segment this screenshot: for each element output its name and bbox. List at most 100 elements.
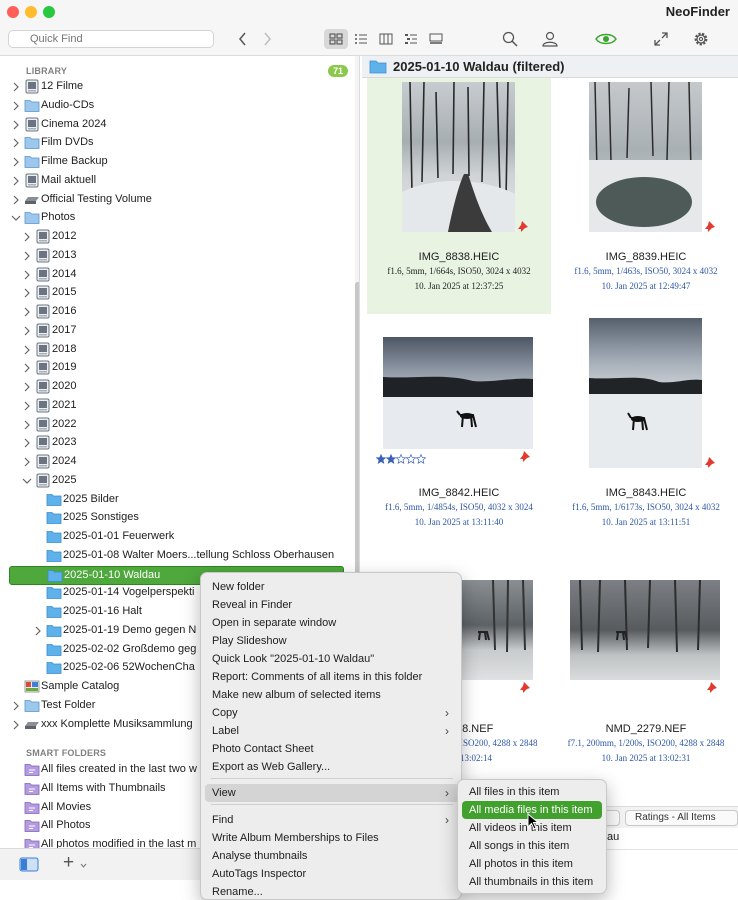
context-menu-item[interactable]: Reveal in Finder bbox=[205, 596, 459, 614]
context-menu-item[interactable]: Quick Look "2025-01-10 Waldau" bbox=[205, 650, 459, 668]
context-menu-item[interactable]: Open in separate window bbox=[205, 614, 459, 632]
sidebar-item[interactable]: 12 Filme bbox=[0, 78, 356, 97]
chevron-right-icon[interactable] bbox=[22, 270, 32, 280]
zoom-window-button[interactable] bbox=[43, 6, 55, 18]
chevron-right-icon[interactable] bbox=[22, 457, 32, 467]
view-submenu-item[interactable]: All photos in this item bbox=[462, 855, 602, 873]
sidebar-item[interactable]: 2025 bbox=[0, 472, 356, 491]
context-menu-item[interactable]: View › bbox=[205, 784, 459, 802]
context-menu-item[interactable]: Play Slideshow bbox=[205, 632, 459, 650]
chevron-right-icon[interactable] bbox=[11, 157, 21, 167]
sidebar-item[interactable]: 2025 Sonstiges bbox=[0, 509, 356, 528]
photo-cell[interactable]: IMG_8843.HEIC f1.6, 5mm, 1/6173s, ISO50,… bbox=[554, 314, 738, 550]
outline-view-button[interactable] bbox=[399, 29, 423, 49]
context-menu-item[interactable]: AutoTags Inspector bbox=[205, 865, 459, 883]
star-rating[interactable] bbox=[376, 454, 436, 466]
sidebar-item[interactable]: 2022 bbox=[0, 416, 356, 435]
sidebar-item[interactable]: 2015 bbox=[0, 284, 356, 303]
view-submenu-item[interactable]: All songs in this item bbox=[462, 837, 602, 855]
gear-icon[interactable] bbox=[693, 31, 709, 47]
view-submenu-item[interactable]: All thumbnails in this item bbox=[462, 873, 602, 891]
photo-thumbnail[interactable] bbox=[383, 337, 533, 449]
photo-cell[interactable]: IMG_8842.HEIC f1.6, 5mm, 1/4854s, ISO50,… bbox=[367, 314, 551, 550]
preview-eye-icon[interactable] bbox=[595, 32, 617, 46]
context-menu-item[interactable]: Rename... bbox=[205, 883, 459, 899]
people-icon[interactable] bbox=[541, 31, 559, 47]
chevron-right-icon[interactable] bbox=[11, 720, 21, 730]
photo-cell[interactable]: IMG_8838.HEIC f1.6, 5mm, 1/664s, ISO50, … bbox=[367, 78, 551, 314]
list-view-button[interactable] bbox=[349, 29, 373, 49]
sidebar-item[interactable]: 2016 bbox=[0, 303, 356, 322]
context-menu-item[interactable]: Export as Web Gallery... bbox=[205, 758, 459, 776]
sidebar-item[interactable]: 2021 bbox=[0, 397, 356, 416]
chevron-right-icon[interactable] bbox=[22, 363, 32, 373]
chevron-right-icon[interactable] bbox=[22, 232, 32, 242]
add-button[interactable]: + bbox=[63, 852, 74, 874]
context-menu-item[interactable]: Copy › bbox=[205, 704, 459, 722]
chevron-right-icon[interactable] bbox=[22, 307, 32, 317]
gallery-view-button[interactable] bbox=[424, 29, 448, 49]
star-filled-icon[interactable] bbox=[376, 454, 386, 464]
chevron-right-icon[interactable] bbox=[11, 101, 21, 111]
photo-cell[interactable]: NMD_2279.NEF f7.1, 200mm, 1/200s, ISO200… bbox=[554, 550, 738, 786]
chevron-right-icon[interactable] bbox=[11, 195, 21, 205]
chevron-down-icon[interactable] bbox=[11, 213, 21, 223]
sidebar-item[interactable]: 2012 bbox=[0, 228, 356, 247]
photo-thumbnail[interactable] bbox=[589, 318, 702, 468]
star-filled-icon[interactable] bbox=[386, 454, 396, 464]
find-icon[interactable] bbox=[502, 31, 518, 47]
context-menu-item[interactable]: Write Album Memberships to Files bbox=[205, 829, 459, 847]
quick-find-input[interactable] bbox=[8, 30, 214, 48]
sidebar-item[interactable]: Official Testing Volume bbox=[0, 191, 356, 210]
chevron-right-icon[interactable] bbox=[11, 701, 21, 711]
star-empty-icon[interactable] bbox=[396, 454, 406, 464]
chevron-right-icon[interactable] bbox=[22, 401, 32, 411]
fullscreen-icon[interactable] bbox=[653, 31, 669, 47]
sidebar-item[interactable]: 2019 bbox=[0, 359, 356, 378]
sidebar-item[interactable]: 2014 bbox=[0, 266, 356, 285]
context-menu-item[interactable]: Photo Contact Sheet bbox=[205, 740, 459, 758]
chevron-right-icon[interactable] bbox=[11, 120, 21, 130]
context-menu-item[interactable]: Analyse thumbnails bbox=[205, 847, 459, 865]
sidebar-item[interactable]: 2020 bbox=[0, 378, 356, 397]
sidebar-item[interactable]: Photos bbox=[0, 209, 356, 228]
sidebar-toggle-icon[interactable] bbox=[19, 857, 39, 872]
sidebar-item[interactable]: 2025 Bilder bbox=[0, 491, 356, 510]
photo-thumbnail[interactable] bbox=[402, 82, 515, 232]
column-view-button[interactable] bbox=[374, 29, 398, 49]
context-menu-item[interactable]: New folder bbox=[205, 578, 459, 596]
photo-thumbnail[interactable] bbox=[589, 82, 702, 232]
chevron-right-icon[interactable] bbox=[11, 176, 21, 186]
sidebar-item[interactable]: 2018 bbox=[0, 341, 356, 360]
sidebar-item[interactable]: 2013 bbox=[0, 247, 356, 266]
sidebar-item[interactable]: 2025-01-08 Walter Moers...tellung Schlos… bbox=[0, 547, 356, 566]
chevron-right-icon[interactable] bbox=[11, 138, 21, 148]
sidebar-item[interactable]: 2023 bbox=[0, 434, 356, 453]
context-menu-item[interactable]: Label › bbox=[205, 722, 459, 740]
ratings-filter[interactable]: Ratings - All Items bbox=[625, 810, 738, 826]
icon-view-button[interactable] bbox=[324, 29, 348, 49]
context-menu-item[interactable]: Find › bbox=[205, 811, 459, 829]
sidebar-item[interactable]: 2024 bbox=[0, 453, 356, 472]
photo-cell[interactable]: IMG_8839.HEIC f1.6, 5mm, 1/463s, ISO50, … bbox=[554, 78, 738, 314]
star-empty-icon[interactable] bbox=[406, 454, 416, 464]
forward-icon[interactable] bbox=[262, 32, 272, 46]
context-menu-item[interactable]: Report: Comments of all items in this fo… bbox=[205, 668, 459, 686]
chevron-right-icon[interactable] bbox=[22, 420, 32, 430]
chevron-right-icon[interactable] bbox=[22, 345, 32, 355]
sidebar-item[interactable]: Mail aktuell bbox=[0, 172, 356, 191]
chevron-down-icon[interactable] bbox=[80, 863, 87, 868]
chevron-right-icon[interactable] bbox=[11, 82, 21, 92]
sidebar-item[interactable]: Filme Backup bbox=[0, 153, 356, 172]
close-window-button[interactable] bbox=[7, 6, 19, 18]
context-menu-item[interactable]: Make new album of selected items bbox=[205, 686, 459, 704]
star-empty-icon[interactable] bbox=[416, 454, 426, 464]
chevron-right-icon[interactable] bbox=[22, 251, 32, 261]
photo-thumbnail[interactable] bbox=[570, 580, 720, 680]
chevron-down-icon[interactable] bbox=[22, 476, 32, 486]
chevron-right-icon[interactable] bbox=[22, 438, 32, 448]
sidebar-item[interactable]: Film DVDs bbox=[0, 134, 356, 153]
sidebar-item[interactable]: Audio-CDs bbox=[0, 97, 356, 116]
chevron-right-icon[interactable] bbox=[22, 288, 32, 298]
sidebar-item[interactable]: Cinema 2024 bbox=[0, 116, 356, 135]
